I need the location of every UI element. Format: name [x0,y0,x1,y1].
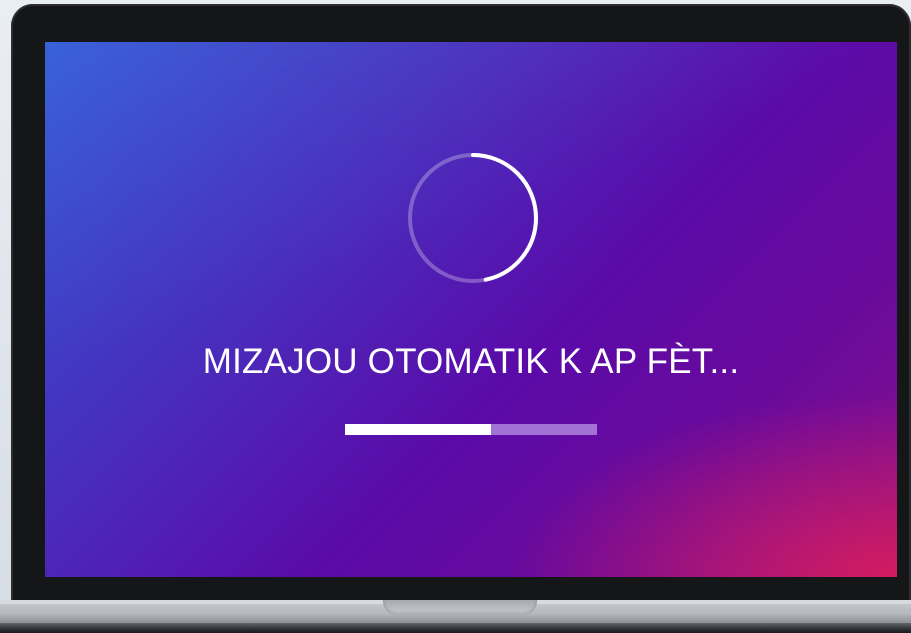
laptop-lid-notch [383,600,537,615]
laptop-scene: MIZAJOU OTOMATIK K AP FÈT... [0,0,911,633]
laptop-base [0,600,911,633]
update-screen: MIZAJOU OTOMATIK K AP FÈT... [45,42,897,577]
update-progress-fill [345,424,492,435]
laptop-base-shadow [0,623,911,633]
update-status-message: MIZAJOU OTOMATIK K AP FÈT... [202,342,740,381]
loading-spinner-icon [408,153,538,283]
update-progress-bar [345,424,597,435]
laptop-lid: MIZAJOU OTOMATIK K AP FÈT... [11,4,911,604]
